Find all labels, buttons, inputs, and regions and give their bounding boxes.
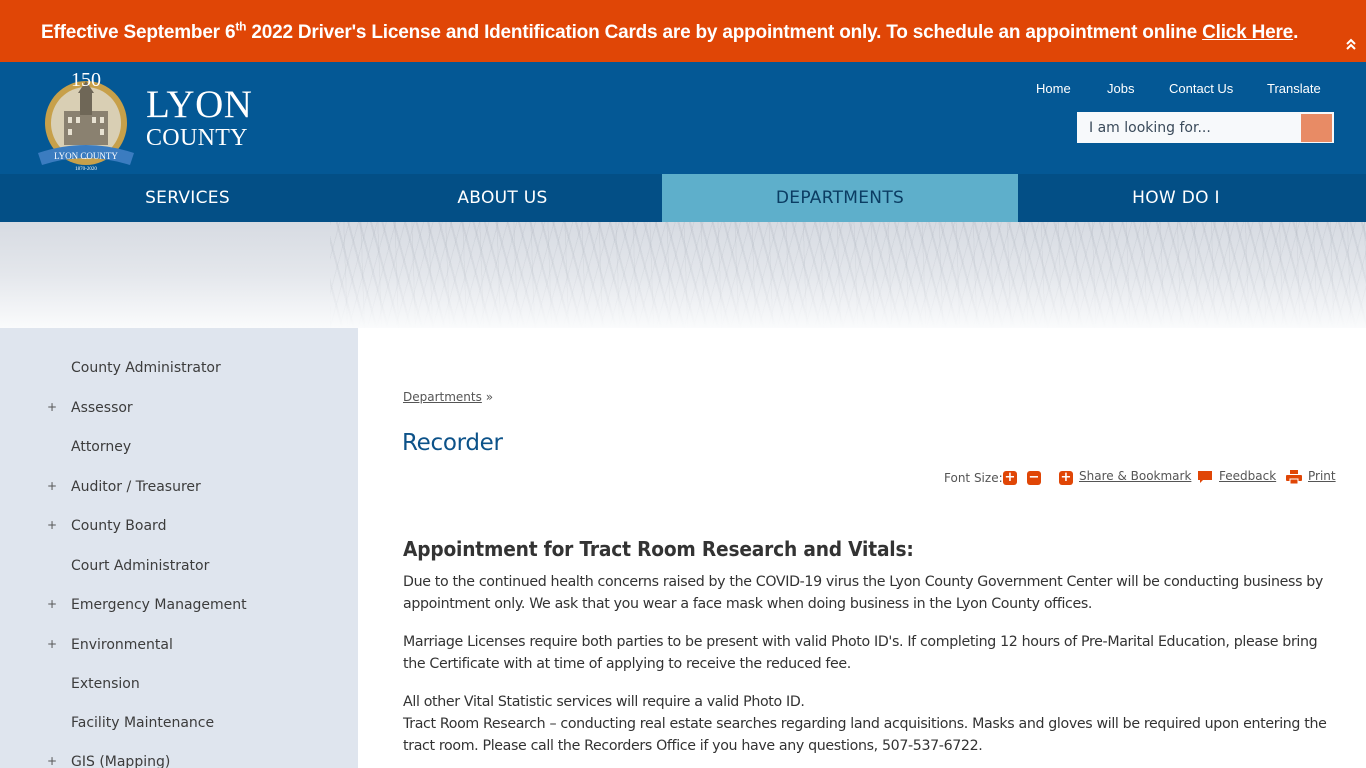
breadcrumb-departments-link[interactable]: Departments [403,390,482,404]
content-paragraph: Marriage Licenses require both parties t… [403,634,1318,672]
site-logo[interactable]: LYON COUNTY 1870-2020 150 LYON COUNTY [34,67,254,172]
collapse-alert-button[interactable] [1344,38,1358,54]
print-link[interactable]: Print [1308,469,1336,483]
util-nav-translate[interactable]: Translate [1267,81,1321,96]
sidebar-item-assessor[interactable]: + Assessor [0,398,358,422]
sidebar-nav: County Administrator + Assessor Attorney… [0,328,358,768]
paragraph-line: All other Vital Statistic services will … [403,694,805,710]
main-nav: SERVICES ABOUT US DEPARTMENTS HOW DO I [0,174,1366,222]
paragraph-line: Tract Room Research – conducting real es… [403,716,1327,754]
svg-text:1870-2020: 1870-2020 [75,167,97,172]
sidebar-item-label: Emergency Management [71,597,247,613]
alert-text-start: Effective September 6 [41,22,236,43]
sidebar-item-environmental[interactable]: + Environmental [0,635,358,659]
sidebar-item-gis-mapping[interactable]: + GIS (Mapping) [0,752,358,768]
expand-icon[interactable]: + [47,597,57,611]
util-nav-contact-us[interactable]: Contact Us [1169,81,1233,96]
content-heading: Appointment for Tract Room Research and … [403,537,914,561]
double-chevron-up-icon [1346,38,1356,50]
share-plus-icon: + [1059,471,1073,485]
nav-about-us[interactable]: ABOUT US [330,174,675,222]
sidebar-item-label: Environmental [71,637,173,653]
svg-text:LYON COUNTY: LYON COUNTY [54,151,118,161]
font-size-label: Font Size: [944,471,1003,485]
alert-sup: th [235,19,247,34]
content-paragraph: All other Vital Statistic services will … [403,691,1338,757]
sidebar-item-emergency-management[interactable]: + Emergency Management [0,595,358,619]
expand-icon[interactable]: + [47,518,57,532]
logo-name-line1: LYON [146,83,253,126]
nav-departments[interactable]: DEPARTMENTS [662,174,1018,222]
font-increase-button[interactable]: + [1003,471,1017,485]
expand-icon[interactable]: + [47,400,57,414]
search-box [1077,112,1334,143]
util-nav-home[interactable]: Home [1036,81,1071,96]
main-content: Appointment for Tract Room Research and … [403,537,1338,768]
sidebar-item-label: County Administrator [71,360,221,376]
banner-image [0,222,1366,328]
breadcrumb-separator: » [485,390,494,404]
sidebar-item-county-board[interactable]: + County Board [0,516,358,540]
sidebar-item-label: Facility Maintenance [71,715,215,731]
expand-icon[interactable]: + [47,754,57,768]
sidebar-item-label: GIS (Mapping) [71,754,171,768]
share-bookmark-link[interactable]: Share & Bookmark [1079,469,1191,483]
minus-icon: − [1028,470,1040,485]
sidebar-item-attorney[interactable]: Attorney [0,437,358,461]
breadcrumb: Departments » [403,390,493,404]
banner-trees-texture [330,222,1366,328]
svg-text:150: 150 [71,69,101,91]
page-tools: Font Size: + − + Share & Bookmark Feedba… [0,469,1366,487]
sidebar-item-label: Assessor [71,400,133,416]
sidebar-item-label: Court Administrator [71,558,210,574]
sidebar-item-label: Extension [71,676,140,692]
alert-period: . [1293,22,1299,43]
sidebar-item-extension[interactable]: Extension [0,674,358,698]
sidebar-item-label: County Board [71,518,167,534]
site-header: LYON COUNTY 1870-2020 150 LYON COUNTY Ho… [0,62,1366,174]
sidebar-item-county-administrator[interactable]: County Administrator [0,358,358,382]
search-input[interactable] [1077,112,1301,143]
feedback-speech-bubble-icon [1198,471,1212,483]
util-nav-jobs[interactable]: Jobs [1107,81,1134,96]
share-plus-glyph: + [1060,470,1072,485]
alert-banner: Effective September 6th 2022 Driver's Li… [0,0,1366,62]
sidebar-item-court-administrator[interactable]: Court Administrator [0,556,358,580]
sidebar-item-facility-maintenance[interactable]: Facility Maintenance [0,713,358,737]
page-title: Recorder [402,430,503,456]
alert-text-end: 2022 Driver's License and Identification… [246,22,1203,43]
search-button[interactable] [1301,114,1332,142]
nav-services[interactable]: SERVICES [0,174,375,222]
font-decrease-button[interactable]: − [1027,471,1041,485]
county-seal-icon: LYON COUNTY 1870-2020 150 [38,69,134,172]
alert-message: Effective September 6th 2022 Driver's Li… [41,19,1299,44]
printer-icon [1286,470,1302,484]
content-paragraph: Due to the continued health concerns rai… [403,574,1323,612]
alert-click-here-link[interactable]: Click Here [1202,22,1293,43]
expand-icon[interactable]: + [47,637,57,651]
feedback-link[interactable]: Feedback [1219,469,1276,483]
plus-icon: + [1004,470,1016,485]
nav-how-do-i[interactable]: HOW DO I [1018,174,1334,222]
sidebar-item-label: Attorney [71,439,132,455]
logo-name-line2: COUNTY [146,125,248,151]
